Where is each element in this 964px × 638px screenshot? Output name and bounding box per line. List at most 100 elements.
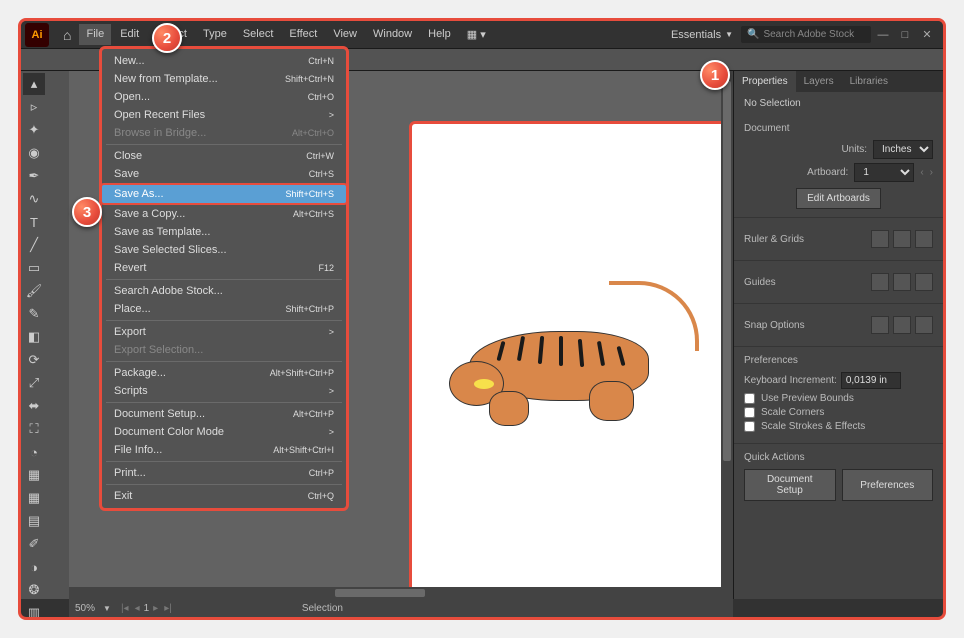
selection-status: No Selection (734, 92, 943, 115)
guides-lock-icon[interactable] (893, 273, 911, 291)
horizontal-scrollbar[interactable] (69, 587, 733, 599)
scale-tool[interactable]: ⤢ (23, 372, 45, 394)
tiger-artwork (439, 271, 699, 451)
artboard[interactable] (409, 121, 729, 601)
shaper-tool[interactable]: ✎ (23, 303, 45, 325)
file-menu-item[interactable]: Open...Ctrl+O (102, 88, 346, 106)
vertical-scrollbar[interactable] (721, 71, 733, 587)
eyedropper-tool[interactable]: ✐ (23, 533, 45, 555)
artboard-next-icon[interactable]: › (930, 167, 933, 178)
file-menu-item: Export Selection... (102, 341, 346, 359)
menu-type[interactable]: Type (196, 24, 234, 45)
pager-first-icon[interactable]: |◂ (119, 603, 131, 614)
pager-prev-icon[interactable]: ◂ (133, 603, 142, 614)
selection-tool[interactable]: ▴ (23, 73, 45, 95)
file-menu-item[interactable]: Open Recent Files> (102, 106, 346, 124)
menu-file[interactable]: File (79, 24, 111, 45)
scale-corners-label: Scale Corners (761, 407, 824, 418)
brush-tool[interactable]: 🖌 (23, 280, 45, 302)
shape-builder-tool[interactable]: ◔ (23, 441, 45, 463)
search-input[interactable]: 🔍 Search Adobe Stock (741, 26, 871, 43)
menu-help[interactable]: Help (421, 24, 458, 45)
snap-point-icon[interactable] (871, 316, 889, 334)
menu-select[interactable]: Select (236, 24, 281, 45)
home-icon[interactable]: ⌂ (63, 27, 71, 43)
file-menu-item[interactable]: Package...Alt+Shift+Ctrl+P (102, 364, 346, 382)
guides-show-icon[interactable] (871, 273, 889, 291)
menu-view[interactable]: View (326, 24, 364, 45)
file-menu-item[interactable]: Save a Copy...Alt+Ctrl+S (102, 205, 346, 223)
document-setup-button[interactable]: Document Setup (744, 469, 836, 501)
maximize-button[interactable]: □ (897, 29, 913, 41)
type-tool[interactable]: T (23, 211, 45, 233)
file-menu-item[interactable]: Document Setup...Alt+Ctrl+P (102, 405, 346, 423)
file-menu-item[interactable]: Place...Shift+Ctrl+P (102, 300, 346, 318)
artboard-select[interactable]: 1 (854, 163, 914, 182)
document-heading: Document (744, 123, 933, 134)
gradient-tool[interactable]: ▤ (23, 510, 45, 532)
layout-icon[interactable]: ▦ ▾ (460, 24, 493, 45)
file-menu-item[interactable]: Save Selected Slices... (102, 241, 346, 259)
prefs-heading: Preferences (744, 355, 933, 366)
file-menu-item[interactable]: CloseCtrl+W (102, 147, 346, 165)
file-menu-item[interactable]: New...Ctrl+N (102, 52, 346, 70)
artboard-prev-icon[interactable]: ‹ (920, 167, 923, 178)
keyboard-increment-input[interactable] (841, 372, 901, 389)
file-menu-item[interactable]: Scripts> (102, 382, 346, 400)
lasso-tool[interactable]: ◉ (23, 142, 45, 164)
file-menu-item[interactable]: Export> (102, 323, 346, 341)
menu-effect[interactable]: Effect (282, 24, 324, 45)
tab-properties[interactable]: Properties (734, 71, 796, 92)
curvature-tool[interactable]: ∿ (23, 188, 45, 210)
rotate-tool[interactable]: ⟳ (23, 349, 45, 371)
line-tool[interactable]: ╱ (23, 234, 45, 256)
eraser-tool[interactable]: ◧ (23, 326, 45, 348)
close-button[interactable]: ✕ (919, 28, 935, 41)
pen-tool[interactable]: ✒ (23, 165, 45, 187)
edit-artboards-button[interactable]: Edit Artboards (796, 188, 881, 209)
direct-selection-tool[interactable]: ▹ (23, 96, 45, 118)
file-menu-item[interactable]: Print...Ctrl+P (102, 464, 346, 482)
file-menu-item[interactable]: RevertF12 (102, 259, 346, 277)
scale-strokes-checkbox[interactable] (744, 421, 755, 432)
width-tool[interactable]: ⬌ (23, 395, 45, 417)
symbol-tool[interactable]: ❂ (23, 579, 45, 601)
scale-corners-checkbox[interactable] (744, 407, 755, 418)
file-menu-item[interactable]: Document Color Mode> (102, 423, 346, 441)
zoom-chevron-icon[interactable]: ▼ (103, 604, 111, 613)
minimize-button[interactable]: — (875, 29, 891, 41)
preview-bounds-checkbox[interactable] (744, 393, 755, 404)
mesh-tool[interactable]: ▦ (23, 487, 45, 509)
blend-tool[interactable]: ◑ (23, 556, 45, 578)
graph-tool[interactable]: ▥ (23, 602, 45, 620)
snap-grid-icon[interactable] (893, 316, 911, 334)
pager-next-icon[interactable]: ▸ (151, 603, 160, 614)
preferences-button[interactable]: Preferences (842, 469, 934, 501)
free-transform-tool[interactable]: ⛶ (23, 418, 45, 440)
grid-icon[interactable] (893, 230, 911, 248)
pager-last-icon[interactable]: ▸| (162, 603, 174, 614)
file-menu-item[interactable]: Save As...Shift+Ctrl+S (100, 183, 348, 205)
tab-layers[interactable]: Layers (796, 71, 842, 92)
perspective-tool[interactable]: ▦ (23, 464, 45, 486)
transparency-grid-icon[interactable] (915, 230, 933, 248)
file-menu-item[interactable]: New from Template...Shift+Ctrl+N (102, 70, 346, 88)
menu-edit[interactable]: Edit (113, 24, 146, 45)
preview-bounds-label: Use Preview Bounds (761, 393, 854, 404)
tab-libraries[interactable]: Libraries (842, 71, 896, 92)
file-menu-item[interactable]: ExitCtrl+Q (102, 487, 346, 505)
ruler-icon[interactable] (871, 230, 889, 248)
file-menu-item: Browse in Bridge...Alt+Ctrl+O (102, 124, 346, 142)
workspace-switcher[interactable]: Essentials ▼ (663, 25, 741, 45)
snap-pixel-icon[interactable] (915, 316, 933, 334)
magic-wand-tool[interactable]: ✦ (23, 119, 45, 141)
file-menu-item[interactable]: Search Adobe Stock... (102, 282, 346, 300)
smart-guides-icon[interactable] (915, 273, 933, 291)
file-menu-item[interactable]: SaveCtrl+S (102, 165, 346, 183)
menu-window[interactable]: Window (366, 24, 419, 45)
file-menu-item[interactable]: File Info...Alt+Shift+Ctrl+I (102, 441, 346, 459)
units-select[interactable]: Inches (873, 140, 933, 159)
file-menu-item[interactable]: Save as Template... (102, 223, 346, 241)
zoom-level[interactable]: 50% (75, 603, 95, 614)
rectangle-tool[interactable]: ▭ (23, 257, 45, 279)
